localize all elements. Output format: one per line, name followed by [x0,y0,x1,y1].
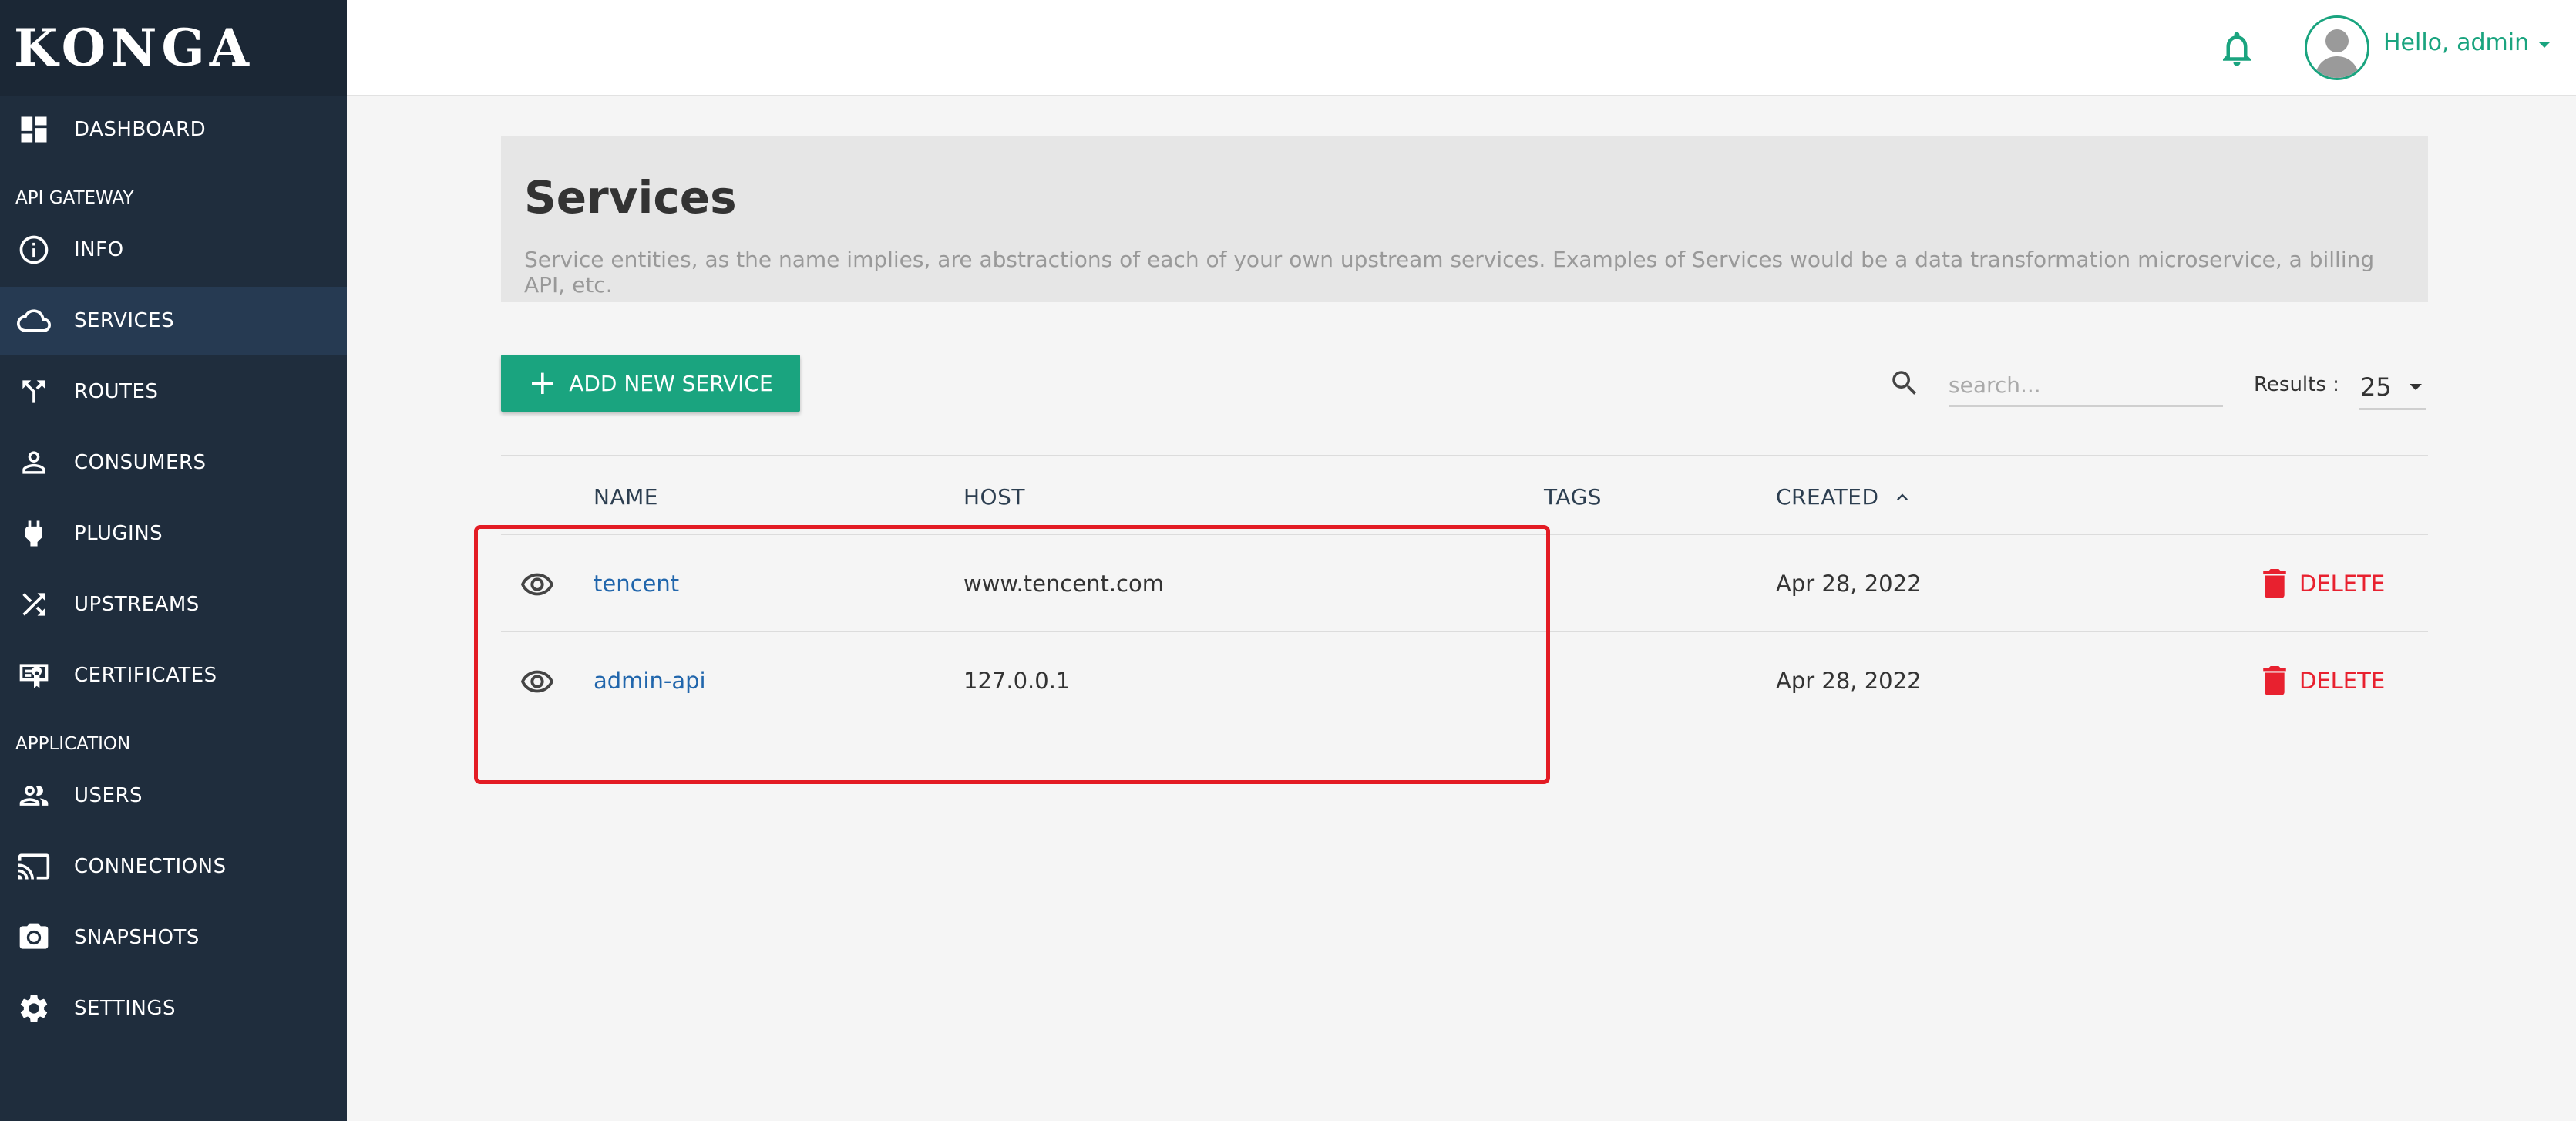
avatar[interactable] [2305,15,2369,80]
plug-icon [15,515,52,552]
topbar: Hello, admin [347,0,2576,96]
sidebar-item-connections[interactable]: CONNECTIONS [0,833,347,901]
sidebar-item-label: SETTINGS [74,997,177,1020]
column-label: HOST [963,484,1025,510]
search-input[interactable] [1949,365,2223,407]
chevron-down-icon [2410,383,2422,390]
chevron-down-icon [2538,41,2551,48]
info-icon [15,231,52,268]
sidebar-item-label: CONNECTIONS [74,855,227,878]
add-new-service-button[interactable]: + ADD NEW SERVICE [501,355,800,412]
add-new-service-label: ADD NEW SERVICE [569,370,773,396]
sidebar-item-plugins[interactable]: PLUGINS [0,500,347,567]
nav-section-application: APPLICATION [15,734,131,754]
column-header-host[interactable]: HOST [963,484,1025,510]
chevron-up-icon [1892,486,1913,508]
sidebar-item-label: UPSTREAMS [74,593,200,616]
sidebar-item-label: PLUGINS [74,522,163,545]
delete-label: DELETE [2299,668,2386,694]
delete-label: DELETE [2299,571,2386,597]
sidebar-item-routes[interactable]: ROUTES [0,358,347,426]
search-icon[interactable] [1888,367,1921,399]
person-icon [15,444,52,481]
sidebar-item-certificates[interactable]: CERTIFICATES [0,641,347,709]
service-created: Apr 28, 2022 [1776,571,1922,597]
sidebar-item-snapshots[interactable]: SNAPSHOTS [0,904,347,971]
sidebar-item-dashboard[interactable]: DASHBOARD [0,96,347,163]
sidebar-item-services[interactable]: SERVICES [0,287,347,355]
highlight-box [474,525,1550,784]
column-header-created[interactable]: CREATED [1776,484,1913,510]
sidebar-item-consumers[interactable]: CONSUMERS [0,429,347,497]
users-icon [15,777,52,814]
service-created: Apr 28, 2022 [1776,668,1922,694]
routes-icon [15,373,52,410]
trash-icon [2263,569,2286,598]
column-label: CREATED [1776,484,1879,510]
sidebar-item-label: SNAPSHOTS [74,926,200,949]
sidebar-item-info[interactable]: INFO [0,216,347,284]
user-greeting: Hello, admin [2383,29,2530,56]
camera-icon [15,919,52,956]
shuffle-icon [15,586,52,623]
sidebar-item-label: INFO [74,238,124,261]
results-label: Results : [2254,373,2339,396]
delete-button[interactable]: DELETE [2262,666,2385,695]
plus-icon: + [528,363,557,402]
results-per-page-select[interactable]: 25 [2359,365,2426,410]
table-header: NAME HOST TAGS CREATED [501,455,2428,535]
logo[interactable]: KONGA [0,0,347,96]
sidebar-item-label: DASHBOARD [74,118,207,141]
user-menu[interactable]: Hello, admin [2383,29,2551,56]
sidebar-item-users[interactable]: USERS [0,762,347,830]
page-header: Services Service entities, as the name i… [501,136,2428,302]
sidebar-item-settings[interactable]: SETTINGS [0,975,347,1042]
dashboard-icon [15,111,52,148]
sidebar-item-label: SERVICES [74,309,175,332]
cloud-icon [15,302,52,339]
sidebar-item-upstreams[interactable]: UPSTREAMS [0,571,347,638]
sidebar-item-label: ROUTES [74,380,159,403]
bell-icon[interactable] [2216,28,2258,69]
cast-icon [15,848,52,885]
column-label: NAME [594,484,658,510]
column-label: TAGS [1544,484,1602,510]
certificate-icon [15,657,52,694]
page-description: Service entities, as the name implies, a… [524,247,2375,298]
sidebar-item-label: CERTIFICATES [74,664,217,687]
results-per-page-value: 25 [2360,372,2392,402]
delete-button[interactable]: DELETE [2262,569,2385,598]
trash-icon [2263,666,2286,695]
column-header-tags[interactable]: TAGS [1544,484,1602,510]
sidebar-item-label: CONSUMERS [74,451,207,474]
page-title: Services [524,171,737,224]
gear-icon [15,990,52,1027]
logo-text: KONGA [14,18,254,78]
sidebar-item-label: USERS [74,784,143,807]
sidebar: KONGA DASHBOARD API GATEWAY INFO SERVICE… [0,0,347,1121]
nav-section-api-gateway: API GATEWAY [15,188,134,208]
column-header-name[interactable]: NAME [594,484,658,510]
